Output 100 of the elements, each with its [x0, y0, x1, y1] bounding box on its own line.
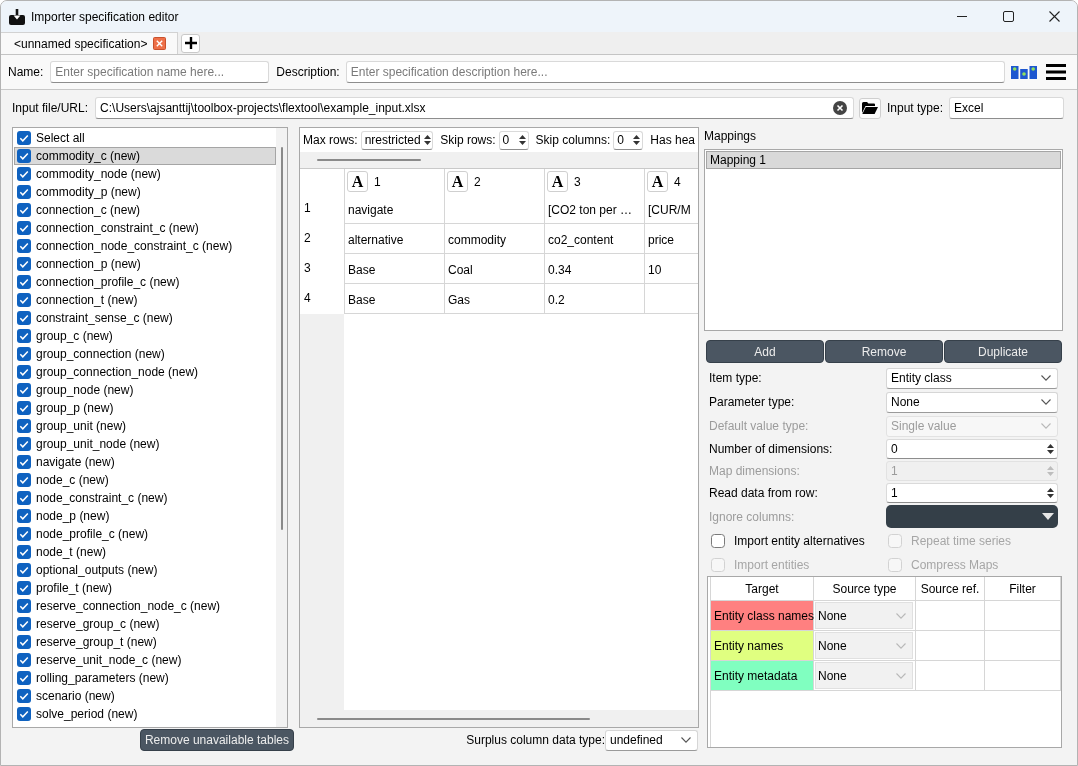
- checkbox[interactable]: [17, 257, 31, 271]
- list-item[interactable]: connection_constraint_c (new): [14, 219, 276, 237]
- input-type-field[interactable]: Excel: [949, 97, 1064, 119]
- checkbox[interactable]: [17, 491, 31, 505]
- list-item[interactable]: reserve_group_t (new): [14, 633, 276, 651]
- checkbox[interactable]: [17, 347, 31, 361]
- checkbox[interactable]: [17, 131, 31, 145]
- spin-box[interactable]: nrestricted: [360, 130, 434, 150]
- checkbox[interactable]: [17, 419, 31, 433]
- select-all-option[interactable]: Select all: [14, 129, 276, 147]
- maximize-icon[interactable]: [1002, 11, 1014, 22]
- list-item[interactable]: node_c (new): [14, 471, 276, 489]
- name-field[interactable]: Enter specification name here...: [50, 61, 270, 83]
- checkbox[interactable]: [17, 635, 31, 649]
- list-item[interactable]: node_constraint_c (new): [14, 489, 276, 507]
- checkbox[interactable]: [17, 401, 31, 415]
- checkbox[interactable]: [17, 437, 31, 451]
- checkbox[interactable]: [17, 329, 31, 343]
- spin-arrows-icon[interactable]: [518, 134, 526, 146]
- add-tab-button[interactable]: [181, 33, 201, 53]
- mapping-button[interactable]: Duplicate: [944, 340, 1062, 363]
- checkbox[interactable]: [17, 671, 31, 685]
- checkbox[interactable]: [17, 707, 31, 721]
- list-item[interactable]: rolling_parameters (new): [14, 669, 276, 687]
- list-item[interactable]: group_node (new): [14, 381, 276, 399]
- checkbox[interactable]: [17, 365, 31, 379]
- list-item[interactable]: reserve_unit_node_c (new): [14, 651, 276, 669]
- checkbox[interactable]: [17, 473, 31, 487]
- list-item[interactable]: group_unit_node (new): [14, 435, 276, 453]
- checkbox[interactable]: [17, 293, 31, 307]
- list-item[interactable]: group_p (new): [14, 399, 276, 417]
- checkbox[interactable]: [17, 383, 31, 397]
- checkbox[interactable]: [17, 509, 31, 523]
- checkbox[interactable]: [17, 599, 31, 613]
- blocks-icon[interactable]: [1011, 65, 1037, 79]
- list-item[interactable]: reserve_connection_node_c (new): [14, 597, 276, 615]
- list-item[interactable]: connection_node_constraint_c (new): [14, 237, 276, 255]
- type-button[interactable]: A: [447, 171, 468, 192]
- checkbox[interactable]: [17, 203, 31, 217]
- list-item[interactable]: node_t (new): [14, 543, 276, 561]
- mapping-item[interactable]: Mapping 1: [706, 151, 1061, 169]
- checkbox[interactable]: [17, 617, 31, 631]
- list-item[interactable]: solve_period (new): [14, 705, 276, 723]
- list-item[interactable]: scenario (new): [14, 687, 276, 705]
- description-field[interactable]: Enter specification description here...: [345, 61, 1005, 83]
- type-button[interactable]: A: [547, 171, 568, 192]
- spin-arrows-icon[interactable]: [1047, 487, 1054, 499]
- dropdown[interactable]: None: [815, 632, 913, 659]
- spin-box[interactable]: 0: [613, 130, 644, 150]
- clear-icon[interactable]: [832, 101, 847, 115]
- list-item[interactable]: connection_c (new): [14, 201, 276, 219]
- mapping-button[interactable]: Remove: [825, 340, 943, 363]
- list-item[interactable]: commodity_c (new): [14, 147, 276, 165]
- list-item[interactable]: constraint_sense_c (new): [14, 309, 276, 327]
- close-icon[interactable]: [1048, 11, 1060, 22]
- type-button[interactable]: A: [347, 171, 368, 192]
- list-item[interactable]: node_profile_c (new): [14, 525, 276, 543]
- type-button[interactable]: A: [647, 171, 668, 192]
- checkbox[interactable]: [17, 581, 31, 595]
- menu-icon[interactable]: [1046, 64, 1066, 80]
- list-item[interactable]: group_connection (new): [14, 345, 276, 363]
- checkbox[interactable]: [711, 534, 725, 548]
- checkbox[interactable]: [17, 527, 31, 541]
- spin-box[interactable]: 0: [498, 130, 529, 150]
- dropdown[interactable]: None: [886, 391, 1058, 413]
- checkbox[interactable]: [17, 545, 31, 559]
- checkbox[interactable]: [17, 689, 31, 703]
- list-item[interactable]: group_connection_node (new): [14, 363, 276, 381]
- checkbox[interactable]: [17, 221, 31, 235]
- list-item[interactable]: connection_t (new): [14, 291, 276, 309]
- list-item[interactable]: group_unit (new): [14, 417, 276, 435]
- remove-tables-button[interactable]: Remove unavailable tables: [139, 729, 294, 751]
- scrollbar[interactable]: [276, 128, 287, 727]
- browse-button[interactable]: [858, 97, 881, 119]
- checkbox[interactable]: [17, 167, 31, 181]
- mapping-button[interactable]: Add: [706, 340, 824, 363]
- dropdown[interactable]: None: [815, 602, 913, 629]
- spin-box[interactable]: 0: [886, 439, 1058, 459]
- dropdown[interactable]: Entity class: [886, 367, 1058, 389]
- spin-arrows-icon[interactable]: [633, 134, 641, 146]
- checkbox[interactable]: [17, 653, 31, 667]
- list-item[interactable]: commodity_p (new): [14, 183, 276, 201]
- checkbox[interactable]: [17, 275, 31, 289]
- list-item[interactable]: profile_t (new): [14, 579, 276, 597]
- list-item[interactable]: navigate (new): [14, 453, 276, 471]
- scrollbar[interactable]: [300, 710, 698, 727]
- list-item[interactable]: connection_p (new): [14, 255, 276, 273]
- checkbox[interactable]: [17, 563, 31, 577]
- file-path-field[interactable]: C:\Users\ajsanttij\toolbox-projects\flextool\example_input.xlsx: [95, 97, 854, 119]
- checkbox[interactable]: [17, 185, 31, 199]
- list-item[interactable]: group_c (new): [14, 327, 276, 345]
- list-item[interactable]: node_p (new): [14, 507, 276, 525]
- spin-arrows-icon[interactable]: [423, 134, 431, 146]
- checkbox[interactable]: [17, 149, 31, 163]
- dropdown[interactable]: undefined: [605, 729, 698, 751]
- scrollbar[interactable]: [300, 152, 698, 169]
- checkbox[interactable]: [17, 455, 31, 469]
- spin-box[interactable]: 1: [886, 483, 1058, 503]
- checkbox[interactable]: [17, 239, 31, 253]
- checkbox[interactable]: [17, 311, 31, 325]
